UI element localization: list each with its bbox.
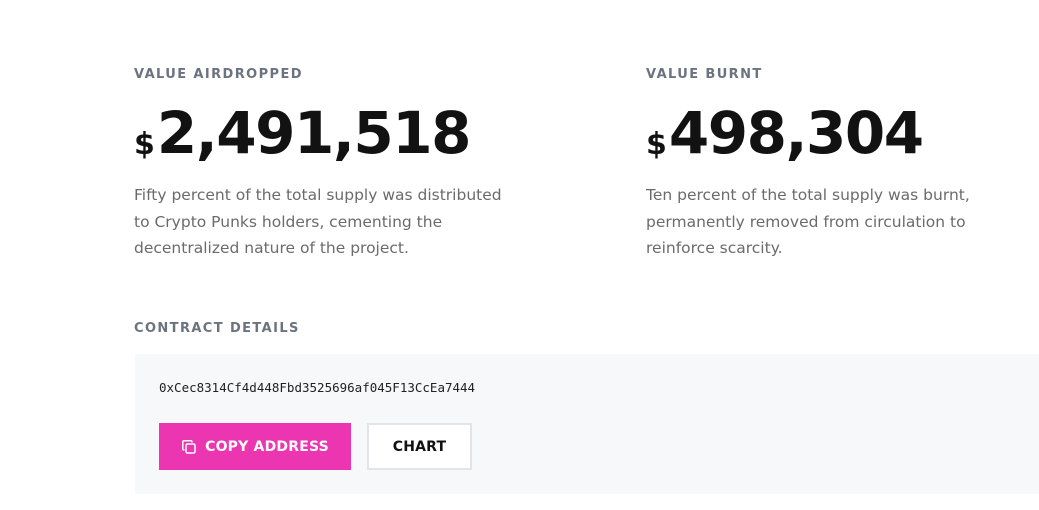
currency-symbol: $ xyxy=(646,127,667,162)
copy-address-label: COPY ADDRESS xyxy=(205,438,329,455)
value-airdropped-amount: $ 2,491,518 xyxy=(134,100,524,162)
value-burnt-number: 498,304 xyxy=(668,99,924,167)
value-burnt-section: VALUE BURNT $ 498,304 Ten percent of the… xyxy=(646,66,1036,262)
chart-button-label: CHART xyxy=(392,438,447,455)
value-airdropped-number: 2,491,518 xyxy=(156,99,472,167)
value-burnt-label: VALUE BURNT xyxy=(646,67,763,82)
contract-details-panel: 0xCec8314Cf4d448Fbd3525696af045F13CcEa74… xyxy=(135,354,1039,494)
value-burnt-description: Ten percent of the total supply was burn… xyxy=(646,186,970,257)
value-airdropped-label: VALUE AIRDROPPED xyxy=(134,67,303,82)
value-airdropped-description: Fifty percent of the total supply was di… xyxy=(134,186,502,257)
value-burnt-amount: $ 498,304 xyxy=(646,100,1036,162)
value-airdropped-section: VALUE AIRDROPPED $ 2,491,518 Fifty perce… xyxy=(134,66,524,262)
currency-symbol: $ xyxy=(134,127,155,162)
contract-address[interactable]: 0xCec8314Cf4d448Fbd3525696af045F13CcEa74… xyxy=(159,380,475,395)
chart-button[interactable]: CHART xyxy=(367,423,472,470)
copy-address-button[interactable]: COPY ADDRESS xyxy=(159,423,351,470)
copy-icon xyxy=(182,439,196,454)
contract-details-label: CONTRACT DETAILS xyxy=(134,321,300,336)
